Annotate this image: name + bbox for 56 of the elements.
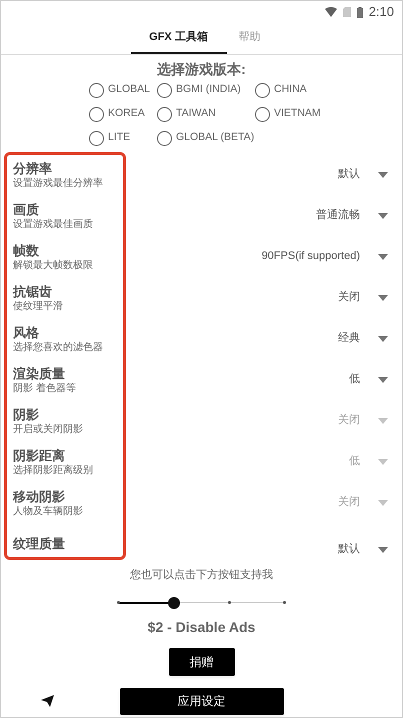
setting-description: 人物及车辆阴影 <box>13 504 83 518</box>
setting-title: 移动阴影 <box>13 488 65 504</box>
radio-option[interactable]: VIETNAM <box>255 104 365 124</box>
radio-option[interactable]: BGMI (INDIA) <box>157 80 255 100</box>
radio-option[interactable]: GLOBAL (BETA) <box>157 128 255 148</box>
setting-dropdown[interactable]: 普通流畅 <box>316 207 388 224</box>
donation-amount: $2 - Disable Ads <box>148 618 256 636</box>
setting-description: 阴影 着色器等 <box>13 382 76 394</box>
setting-title: 抗锯齿 <box>13 282 52 300</box>
setting-dropdown[interactable]: 经典 <box>338 330 388 347</box>
setting-description: 选择阴影距离级别 <box>13 464 93 476</box>
setting-dropdown[interactable]: 关闭 <box>338 289 388 306</box>
setting-dropdown[interactable]: 默认 <box>338 166 388 183</box>
tab[interactable]: GFX 工具箱 <box>130 23 226 54</box>
dropdown-caret-icon <box>378 418 388 424</box>
dropdown-caret-icon <box>378 336 388 342</box>
wifi-icon <box>324 7 337 17</box>
dropdown-caret-icon <box>378 458 388 464</box>
donate-button[interactable]: 捐赠 <box>168 648 234 676</box>
setting-description: 使纹理平滑 <box>13 300 63 312</box>
radio-option[interactable]: KOREA <box>89 104 157 124</box>
donation-slider[interactable] <box>118 596 284 608</box>
clock: 2:10 <box>368 3 394 22</box>
dropdown-caret-icon <box>378 376 388 382</box>
dropdown-caret-icon <box>378 546 388 552</box>
dropdown-caret-icon <box>378 254 388 260</box>
setting-title: 阴影 <box>13 406 39 422</box>
setting-dropdown[interactable]: 低 <box>349 371 388 388</box>
section-title: 选择游戏版本: <box>157 60 246 78</box>
setting-description: 设置游戏最佳分辨率 <box>13 176 103 190</box>
setting-title: 阴影距离 <box>13 446 65 464</box>
support-text: 您也可以点击下方按钮支持我 <box>130 568 273 583</box>
apply-settings-button[interactable]: 应用设定 <box>120 688 284 714</box>
setting-dropdown[interactable]: 90FPS(if supported) <box>262 248 388 265</box>
dropdown-caret-icon <box>378 500 388 506</box>
radio-option[interactable]: GLOBAL <box>89 80 157 100</box>
setting-description: 解锁最大帧数极限 <box>13 258 93 272</box>
send-icon[interactable] <box>41 694 54 706</box>
setting-title: 帧数 <box>13 242 39 258</box>
dropdown-caret-icon <box>378 172 388 178</box>
dropdown-caret-icon <box>378 294 388 300</box>
setting-title: 分辨率 <box>13 160 52 176</box>
no-sim-icon <box>342 7 351 17</box>
setting-dropdown[interactable]: 默认 <box>338 541 388 558</box>
setting-title: 画质 <box>13 200 39 218</box>
dropdown-caret-icon <box>378 212 388 218</box>
setting-title: 纹理质量 <box>13 535 65 552</box>
setting-description: 选择您喜欢的滤色器 <box>13 340 103 354</box>
setting-description: 设置游戏最佳画质 <box>13 218 93 230</box>
radio-option[interactable]: LITE <box>89 128 157 148</box>
setting-description: 开启或关闭阴影 <box>13 422 83 436</box>
setting-title: 渲染质量 <box>13 364 65 382</box>
radio-option[interactable]: CHINA <box>255 80 365 100</box>
battery-icon <box>356 6 363 18</box>
radio-option[interactable]: TAIWAN <box>157 104 255 124</box>
setting-title: 风格 <box>13 324 39 340</box>
